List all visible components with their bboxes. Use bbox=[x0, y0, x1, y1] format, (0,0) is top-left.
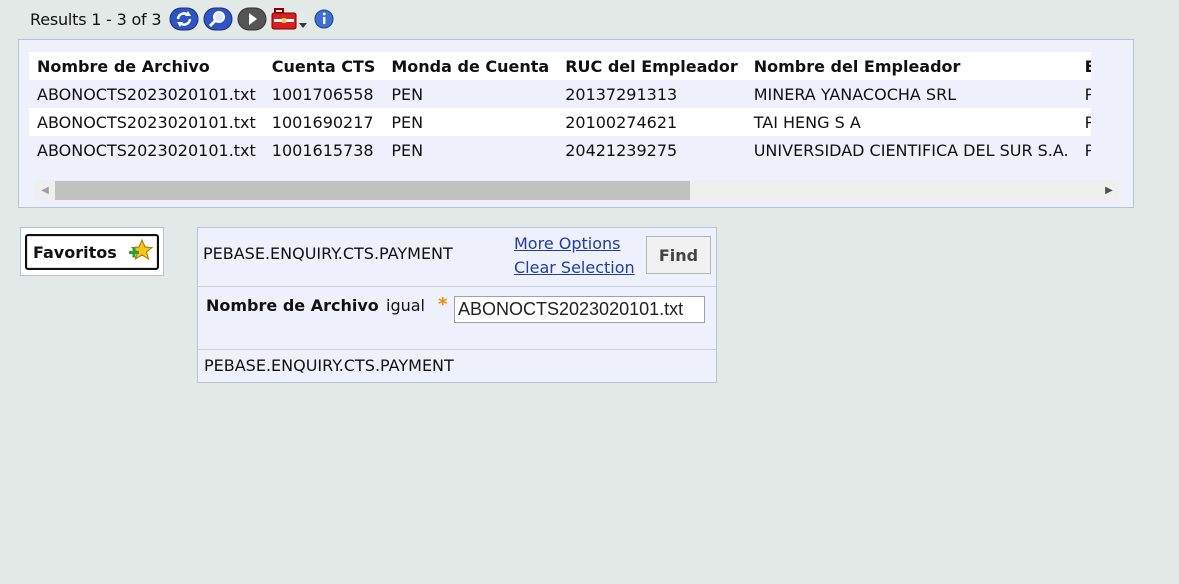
scroll-left-arrow-icon[interactable]: ◀ bbox=[35, 180, 55, 201]
favorites-label: Favoritos bbox=[33, 242, 117, 262]
table-cell: PRO bbox=[1076, 136, 1091, 164]
column-header[interactable]: Nombre de Archivo bbox=[29, 52, 264, 80]
column-header[interactable]: Nombre del Empleador bbox=[745, 52, 1077, 80]
table-cell: 20100274621 bbox=[557, 108, 746, 136]
table-cell: 20137291313 bbox=[557, 80, 746, 108]
selection-operator: igual bbox=[386, 296, 425, 315]
file-name-input[interactable]: ABONOCTS2023020101.txt bbox=[454, 296, 705, 323]
column-header[interactable]: RUC del Empleador bbox=[557, 52, 746, 80]
table-cell: ABONOCTS2023020101.txt bbox=[29, 108, 264, 136]
selection-field-label: Nombre de Archivo bbox=[206, 296, 379, 315]
toolbox-dropdown-icon[interactable] bbox=[271, 6, 309, 32]
table-cell: 1001615738 bbox=[263, 136, 384, 164]
play-next-icon[interactable] bbox=[237, 7, 267, 31]
required-star-icon: * bbox=[438, 294, 448, 315]
divider bbox=[198, 286, 716, 287]
enquiry-footer-name: PEBASE.ENQUIRY.CTS.PAYMENT bbox=[204, 356, 454, 375]
results-grid-panel: Nombre de Archivo Cuenta CTS Monda de Cu… bbox=[18, 39, 1134, 208]
column-header[interactable]: Monda de Cuenta bbox=[383, 52, 558, 80]
add-star-icon bbox=[127, 238, 154, 266]
refresh-icon[interactable] bbox=[169, 7, 199, 31]
more-options-link[interactable]: More Options bbox=[514, 234, 620, 253]
table-row[interactable]: ABONOCTS2023020101.txt 1001690217 PEN 20… bbox=[29, 108, 1091, 136]
horizontal-scrollbar[interactable]: ◀ ▶ bbox=[35, 180, 1119, 201]
enquiry-selection-panel: PEBASE.ENQUIRY.CTS.PAYMENT More Options … bbox=[197, 227, 717, 383]
divider bbox=[198, 349, 716, 350]
table-cell: UNIVERSIDAD CIENTIFICA DEL SUR S.A. bbox=[745, 136, 1077, 164]
table-cell: 1001706558 bbox=[263, 80, 384, 108]
column-header[interactable]: Cuenta CTS bbox=[263, 52, 384, 80]
favorites-button[interactable]: Favoritos bbox=[25, 234, 159, 270]
zoom-search-icon[interactable] bbox=[203, 7, 233, 31]
table-row[interactable]: ABONOCTS2023020101.txt 1001615738 PEN 20… bbox=[29, 136, 1091, 164]
table-cell: 1001690217 bbox=[263, 108, 384, 136]
info-icon[interactable] bbox=[313, 8, 335, 30]
table-header-row: Nombre de Archivo Cuenta CTS Monda de Cu… bbox=[29, 52, 1091, 80]
table-cell: PEN bbox=[383, 136, 558, 164]
results-toolbar: Results 1 - 3 of 3 bbox=[30, 6, 339, 32]
table-cell: TAI HENG S A bbox=[745, 108, 1077, 136]
enquiry-name: PEBASE.ENQUIRY.CTS.PAYMENT bbox=[203, 244, 453, 263]
find-button[interactable]: Find bbox=[646, 236, 711, 274]
table-cell: PEN bbox=[383, 108, 558, 136]
table-cell: MINERA YANACOCHA SRL bbox=[745, 80, 1077, 108]
clear-selection-link[interactable]: Clear Selection bbox=[514, 258, 635, 277]
table-cell: PEN bbox=[383, 80, 558, 108]
table-cell: 20421239275 bbox=[557, 136, 746, 164]
scroll-right-arrow-icon[interactable]: ▶ bbox=[1099, 180, 1119, 201]
scrollbar-thumb[interactable] bbox=[55, 181, 690, 200]
table-cell: PRO bbox=[1076, 80, 1091, 108]
table-cell: PRO bbox=[1076, 108, 1091, 136]
favorites-panel: Favoritos bbox=[20, 227, 164, 276]
results-count: Results 1 - 3 of 3 bbox=[30, 9, 162, 29]
table-row[interactable]: ABONOCTS2023020101.txt 1001706558 PEN 20… bbox=[29, 80, 1091, 108]
table-cell: ABONOCTS2023020101.txt bbox=[29, 80, 264, 108]
table-cell: ABONOCTS2023020101.txt bbox=[29, 136, 264, 164]
column-header[interactable]: E bbox=[1076, 52, 1091, 80]
results-grid: Nombre de Archivo Cuenta CTS Monda de Cu… bbox=[29, 52, 1091, 167]
results-table: Nombre de Archivo Cuenta CTS Monda de Cu… bbox=[29, 52, 1091, 164]
